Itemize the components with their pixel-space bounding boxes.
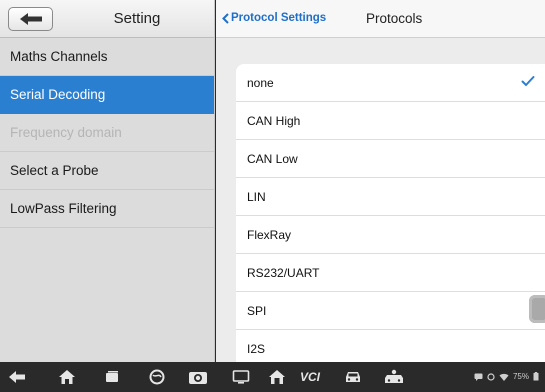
sync-icon (487, 372, 495, 381)
sidebar-item-maths-channels[interactable]: Maths Channels (0, 38, 214, 76)
sidebar-title: Setting (113, 10, 161, 27)
protocol-label: LIN (247, 189, 266, 204)
back-button[interactable] (8, 7, 53, 31)
chat-icon (474, 373, 483, 381)
protocol-item-can-high[interactable]: CAN High (236, 102, 545, 140)
status-area: 75% (474, 372, 539, 381)
back-nav-button[interactable] (8, 369, 26, 385)
chevron-left-icon (222, 12, 229, 24)
protocol-label: RS232/UART (247, 265, 320, 280)
protocol-label: I2S (247, 342, 266, 356)
screenshot-button[interactable] (188, 369, 208, 385)
protocol-label: CAN High (247, 113, 301, 128)
home-nav-button[interactable] (58, 369, 76, 385)
garage-button[interactable] (268, 369, 286, 385)
sidebar-item-frequency-domain: Frequency domain (0, 114, 214, 152)
sidebar-item-serial-decoding[interactable]: Serial Decoding (0, 76, 214, 114)
vehicle-button[interactable] (343, 369, 363, 385)
protocol-label: FlexRay (247, 227, 292, 242)
sidebar-header: Setting (0, 0, 214, 38)
breadcrumb-back-link[interactable]: Protocol Settings (222, 12, 326, 24)
protocol-item-spi[interactable]: SPI (236, 292, 545, 330)
protocol-item-none[interactable]: none (236, 64, 545, 102)
house-icon (269, 370, 285, 384)
system-navigation-bar: VCI 75% (0, 362, 545, 392)
recent-apps-icon (106, 371, 118, 382)
display-button[interactable] (232, 369, 250, 385)
settings-sidebar: Setting Maths Channels Serial Decoding F… (0, 0, 215, 362)
battery-percentage: 75% (512, 372, 529, 381)
vci-button[interactable]: VCI (300, 370, 320, 384)
protocol-item-rs232-uart[interactable]: RS232/UART (236, 254, 545, 292)
protocols-header: Protocol Settings Protocols (216, 0, 545, 38)
breadcrumb-label: Protocol Settings (231, 12, 327, 24)
home-icon (59, 370, 75, 384)
protocol-label: SPI (247, 303, 267, 318)
protocol-item-lin[interactable]: LIN (236, 178, 545, 216)
floating-drag-handle[interactable] (529, 295, 545, 323)
checkmark-icon (521, 76, 535, 87)
wifi-icon (499, 373, 509, 381)
protocol-item-can-low[interactable]: CAN Low (236, 140, 545, 178)
sidebar-item-select-probe[interactable]: Select a Probe (0, 152, 214, 190)
car-diagnostics-icon (385, 369, 403, 383)
protocol-label: none (247, 75, 274, 90)
protocols-panel: Protocol Settings Protocols none CAN Hig… (216, 0, 545, 368)
car-icon (346, 372, 360, 382)
diagnostics-button[interactable] (383, 369, 405, 385)
protocol-list: none CAN High CAN Low LIN FlexRay RS232/… (236, 64, 545, 368)
sidebar-item-lowpass-filtering[interactable]: LowPass Filtering (0, 190, 214, 228)
protocol-label: CAN Low (247, 151, 298, 166)
globe-icon (149, 369, 165, 385)
back-arrow-icon (19, 13, 42, 25)
recent-apps-button[interactable] (103, 369, 121, 385)
browser-button[interactable] (148, 369, 166, 385)
monitor-icon (232, 370, 250, 384)
back-arrow-icon (9, 371, 25, 383)
protocol-item-flexray[interactable]: FlexRay (236, 216, 545, 254)
battery-icon (533, 372, 539, 381)
camera-icon (189, 372, 207, 384)
page-title: Protocols (366, 11, 423, 26)
vci-label: VCI (300, 370, 321, 384)
